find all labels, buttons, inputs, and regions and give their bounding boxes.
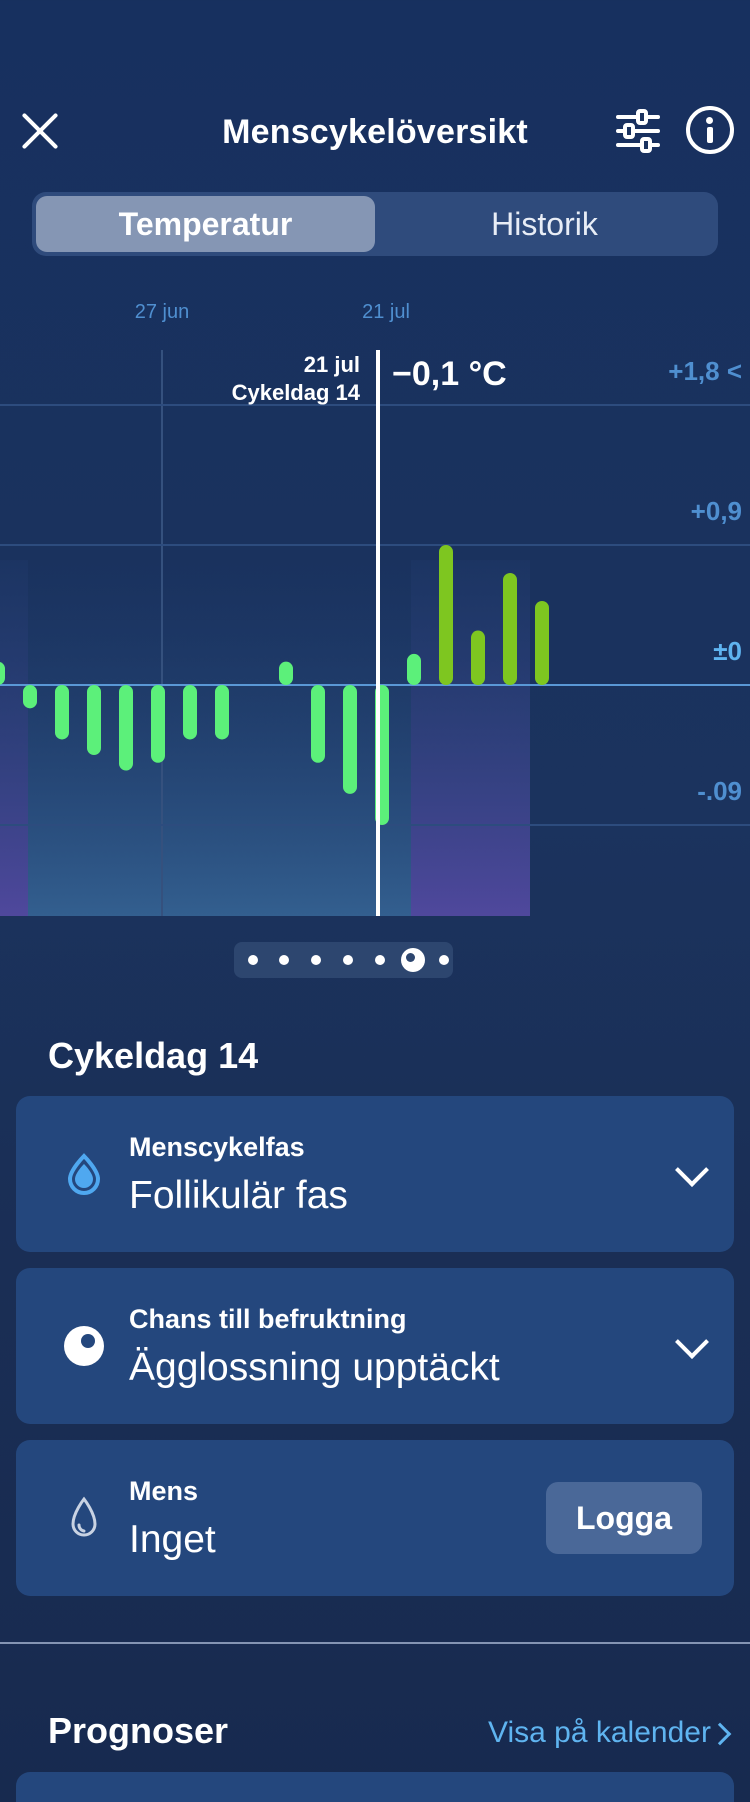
forecasts-title: Prognoser bbox=[48, 1710, 229, 1751]
temperature-bar[interactable] bbox=[215, 685, 229, 740]
card-label: Menscykelfas bbox=[129, 1132, 305, 1162]
temperature-bar[interactable] bbox=[535, 601, 549, 685]
y-tick-label: -.09 bbox=[697, 776, 742, 806]
show-calendar-link[interactable]: Visa på kalender bbox=[488, 1716, 711, 1750]
log-period-button[interactable]: Logga bbox=[546, 1482, 702, 1554]
pager-dot[interactable] bbox=[439, 955, 449, 965]
sliders-icon[interactable] bbox=[614, 109, 662, 153]
egg-icon bbox=[64, 1326, 104, 1366]
temperature-bar[interactable] bbox=[87, 685, 101, 755]
tab-temperatur[interactable]: Temperatur bbox=[36, 196, 375, 252]
selected-date: 21 jul bbox=[304, 352, 360, 377]
card-value: Ägglossning upptäckt bbox=[129, 1346, 500, 1389]
temperature-bar[interactable] bbox=[439, 545, 453, 685]
drop-outline-icon bbox=[71, 1496, 97, 1537]
view-switcher: Temperatur Historik bbox=[32, 192, 718, 256]
chevron-down-icon[interactable] bbox=[675, 1325, 709, 1359]
y-tick-label: +1,8 < bbox=[668, 356, 742, 386]
pager-dot[interactable] bbox=[311, 955, 321, 965]
temperature-bar[interactable] bbox=[151, 685, 165, 763]
card-value: Follikulär fas bbox=[129, 1174, 348, 1217]
y-tick-label: ±0 bbox=[713, 636, 742, 666]
phase-band-left bbox=[0, 560, 28, 916]
temperature-bar[interactable] bbox=[279, 661, 293, 685]
pager-dot[interactable] bbox=[248, 955, 258, 965]
temperature-bar[interactable] bbox=[183, 685, 197, 740]
pager-dot[interactable] bbox=[401, 948, 425, 972]
drop-filled-icon bbox=[67, 1153, 101, 1195]
temperature-bar[interactable] bbox=[503, 573, 517, 685]
temperature-chart[interactable]: 27 jun 21 jul 21 jul Cykeldag 14 −0,1 °C… bbox=[0, 290, 750, 940]
date-label-21jul: 21 jul bbox=[362, 301, 410, 323]
info-icon[interactable] bbox=[686, 106, 734, 154]
pager-dot[interactable] bbox=[343, 955, 353, 965]
pager-dot[interactable] bbox=[279, 955, 289, 965]
chevron-right-icon[interactable] bbox=[708, 1722, 732, 1746]
card-value: Inget bbox=[129, 1518, 216, 1561]
forecast-card[interactable] bbox=[16, 1772, 734, 1802]
card-label: Mens bbox=[129, 1476, 199, 1506]
selected-value: −0,1 °C bbox=[392, 355, 507, 393]
selected-cycle-day: Cykeldag 14 bbox=[232, 380, 361, 405]
temperature-bar[interactable] bbox=[471, 630, 485, 685]
chevron-down-icon[interactable] bbox=[675, 1153, 709, 1187]
temperature-bar[interactable] bbox=[119, 685, 133, 771]
tab-historik[interactable]: Historik bbox=[375, 196, 714, 252]
card-label: Chans till befruktning bbox=[129, 1304, 407, 1334]
temperature-bar[interactable] bbox=[311, 685, 325, 763]
period-card: Mens Inget Logga bbox=[16, 1440, 734, 1596]
cycle-phase-card[interactable]: Menscykelfas Follikulär fas bbox=[16, 1096, 734, 1252]
header: Menscykelöversikt bbox=[0, 95, 750, 170]
temperature-bar[interactable] bbox=[407, 653, 421, 685]
pager-dot[interactable] bbox=[375, 955, 385, 965]
cycle-day-title: Cykeldag 14 bbox=[48, 1035, 259, 1076]
chart-pager bbox=[234, 942, 453, 978]
temperature-bar[interactable] bbox=[23, 685, 37, 709]
temperature-bar[interactable] bbox=[343, 685, 357, 794]
date-label-27jun: 27 jun bbox=[135, 301, 190, 323]
divider bbox=[0, 1642, 750, 1644]
temperature-bar[interactable] bbox=[55, 685, 69, 740]
y-tick-label: +0,9 bbox=[691, 496, 742, 526]
fertility-card[interactable]: Chans till befruktning Ägglossning upptä… bbox=[16, 1268, 734, 1424]
